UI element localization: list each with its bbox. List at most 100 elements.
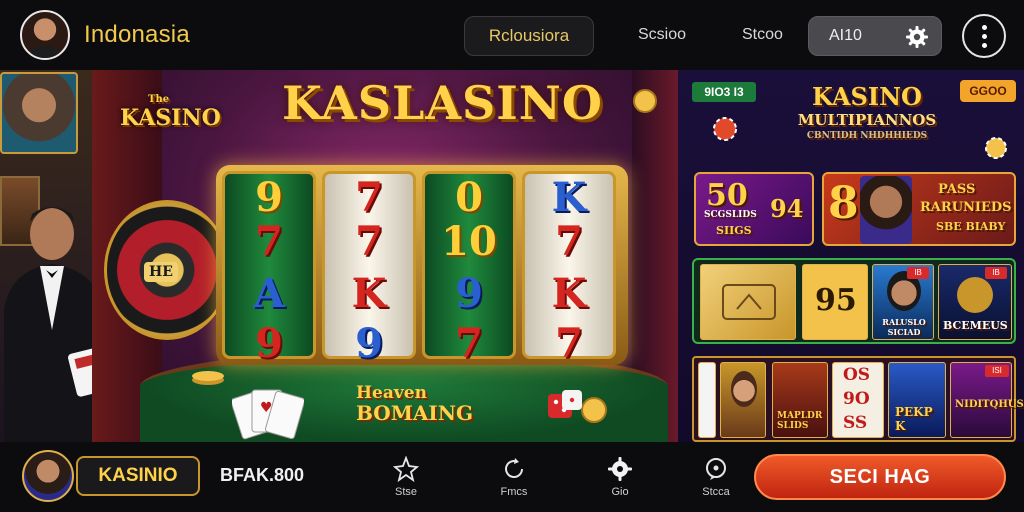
reel-symbol: 9 [255, 174, 283, 221]
profile-avatar[interactable] [20, 10, 70, 60]
promo-card-line-1: PASS [938, 182, 976, 197]
chat-bubble-icon [706, 458, 726, 480]
promo-host-avatar [860, 176, 912, 244]
more-dot-icon [982, 34, 987, 39]
slot-reels[interactable]: 9 7 A 9 7 7 K 9 0 10 9 7 K 7 K 7 [216, 165, 628, 367]
tool-label: Stse [394, 486, 417, 498]
tool-label: Fmcs [500, 486, 528, 498]
tool-chat[interactable]: Stcca [694, 456, 738, 504]
reel-symbol: 9 [455, 270, 483, 317]
spin-button[interactable]: SECI HAG [754, 454, 1006, 500]
tool-settings[interactable]: Stse [384, 456, 428, 504]
reel-symbol: 7 [555, 320, 583, 367]
reel-symbol: 10 [441, 218, 497, 265]
reel-symbol: 9 [355, 320, 383, 367]
promo-badge-left[interactable]: 9IO3 I3 [692, 82, 756, 102]
tile-text: 9O [843, 389, 870, 409]
coin-stack-icon [192, 371, 224, 385]
promo-card-number: 94 [770, 194, 804, 223]
tile-text: OS [843, 365, 871, 385]
dice-icon [548, 390, 582, 418]
game-tile-mapler[interactable]: MAPLDR SLIDS [772, 362, 828, 438]
reel-symbol: A [253, 270, 285, 317]
tile-label: NIDITQHUS [955, 399, 1024, 410]
tile-text: SS [843, 413, 868, 433]
reel-1[interactable]: 9 7 A 9 [222, 171, 316, 367]
tile-label: BCEMEUS [943, 319, 1008, 332]
game-tile-bonus[interactable]: BCEMEUS IB [938, 264, 1012, 340]
reel-symbol: K [351, 270, 387, 317]
player-avatar[interactable] [22, 450, 74, 502]
promo-card-50[interactable]: 50 SCGSLIDS SIIGS 94 [694, 172, 814, 246]
region-label: Indonasia [84, 21, 190, 48]
reel-symbol: 7 [455, 320, 483, 367]
reel-symbol: 7 [255, 218, 283, 265]
promo-card-value: 50 [706, 178, 748, 213]
reel-3[interactable]: 0 10 9 7 [422, 171, 516, 367]
cog-icon [608, 457, 632, 481]
reel-4[interactable]: K 7 K 7 [522, 171, 616, 367]
reel-symbol: 7 [355, 174, 383, 221]
game-row-slots: MAPLDR SLIDS OS 9O SS PEKP K NIDITQHUS I… [692, 356, 1024, 442]
reel-symbol: 0 [455, 174, 483, 221]
star-pointer-icon [393, 456, 419, 482]
tile-number: 95 [815, 283, 857, 318]
brand-button[interactable]: KASINIO [76, 456, 200, 496]
tile-badge: ISI [985, 365, 1009, 377]
tool-options[interactable]: Gio [598, 456, 642, 504]
reel-2[interactable]: 7 7 K 9 [322, 171, 416, 367]
bonus-logo: Heaven BOMAING [356, 383, 474, 425]
tile-badge: IB [907, 267, 929, 279]
game-tile-host[interactable]: RALUSLO SICIAD IB [872, 264, 934, 340]
reel-symbol: 7 [555, 218, 583, 265]
game-tile-nidit[interactable]: NIDITQHUS ISI [950, 362, 1024, 438]
playing-cards-icon: ♥ [232, 389, 304, 440]
tile-badge: IB [985, 267, 1007, 279]
chip-icon [713, 117, 737, 141]
tile-label: RALUSLO SICIAD [882, 317, 926, 337]
game-tile-lady[interactable] [720, 362, 766, 438]
more-menu-button[interactable] [962, 14, 1006, 58]
game-tile-perk[interactable]: PEKP K [888, 362, 946, 438]
promo-card-value: 8 [828, 178, 859, 229]
game-title-logo: KASLASINO [282, 76, 603, 130]
balance-display: BFAK.800 [220, 465, 305, 485]
svg-text:♥: ♥ [260, 400, 273, 416]
auto-label[interactable]: AI10 [829, 27, 862, 45]
multiplayer-title: KASINO MULTIPIANNOS CBNTIDH NHDHHIEDS [797, 82, 937, 141]
promo-card-line-3: SBE BIABY [936, 220, 1006, 233]
promo-card-footer: SIIGS [716, 224, 752, 237]
gear-icon[interactable] [905, 25, 929, 49]
reel-symbol: K [551, 270, 587, 317]
tile-label: PEKP K [895, 405, 933, 433]
coin-icon [633, 89, 657, 113]
tool-label: Gio [611, 486, 629, 498]
host-portrait [0, 72, 78, 154]
card-strip [698, 362, 716, 438]
ticket-icon [722, 284, 776, 320]
coin-icon [581, 397, 607, 423]
promo-card-pass[interactable]: 8 PASS RARUNIEDS SBE BIABY [822, 172, 1016, 246]
bonus-coin-icon [957, 277, 993, 313]
nav-link-2[interactable]: Stcoo [742, 26, 783, 44]
promo-card-line-2: RARUNIEDS [920, 200, 1012, 215]
reel-symbol: K [551, 174, 587, 221]
reel-symbol: 9 [255, 320, 283, 367]
roulette-label: HE [144, 262, 178, 282]
chip-icon [985, 137, 1007, 159]
promotions-button[interactable]: Rclousiora [464, 16, 594, 56]
auto-settings-group[interactable]: AI10 [808, 16, 942, 56]
lady-face [731, 371, 757, 407]
tool-label: Stcca [702, 486, 730, 498]
game-tile-95[interactable]: 95 [802, 264, 868, 340]
promo-badge-right[interactable]: GGOO [960, 80, 1016, 102]
refresh-icon [505, 458, 523, 478]
tool-refresh[interactable]: Fmcs [492, 456, 536, 504]
reel-symbol: 7 [355, 218, 383, 265]
nav-link-1[interactable]: Scsioo [638, 26, 686, 44]
promo-card-subtitle: SCGSLIDS [704, 210, 757, 220]
game-tile-ticket[interactable] [700, 264, 796, 340]
game-tile-numbers[interactable]: OS 9O SS [832, 362, 884, 438]
tile-label: MAPLDR SLIDS [777, 411, 823, 431]
more-dot-icon [982, 25, 987, 30]
